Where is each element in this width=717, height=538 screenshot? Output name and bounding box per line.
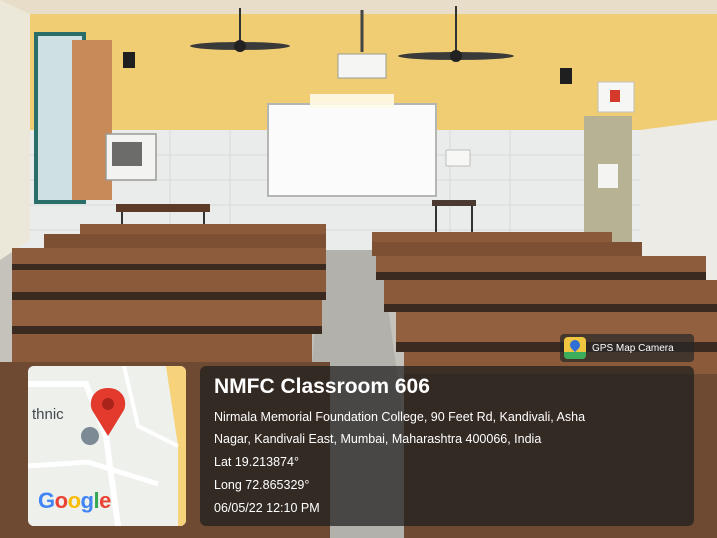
gps-map-camera-icon: [564, 337, 586, 359]
address-line-2: Nagar, Kandivali East, Mumbai, Maharasht…: [214, 432, 542, 446]
side-table: [432, 200, 476, 206]
google-logo: Google: [38, 488, 111, 513]
longitude-value: Long 72.865329°: [214, 478, 310, 492]
ac-vent: [112, 142, 142, 166]
left-wall: [0, 0, 30, 260]
photo-frame: GPS Map Camera thnic Google NMFC Classro…: [0, 0, 717, 538]
location-title: NMFC Classroom 606: [214, 375, 430, 398]
desk-rows-left: [12, 224, 326, 362]
speaker-right: [560, 68, 572, 84]
door-notice: [598, 164, 618, 188]
school-poi-icon: [81, 427, 99, 445]
gps-camera-badge: GPS Map Camera: [560, 334, 694, 362]
exit-sign-mark: [610, 90, 620, 102]
timestamp-value: 06/05/22 12:10 PM: [214, 501, 320, 515]
ceiling: [0, 0, 717, 16]
map-thumbnail[interactable]: thnic Google: [28, 366, 186, 526]
map-place-label: thnic: [32, 406, 64, 423]
address-line-1: Nirmala Memorial Foundation College, 90 …: [214, 410, 586, 424]
board-light: [310, 94, 394, 108]
speaker-left: [123, 52, 135, 68]
whiteboard: [267, 103, 437, 197]
latitude-value: Lat 19.213874°: [214, 455, 299, 469]
wall-notice: [445, 149, 471, 167]
teacher-desk: [116, 204, 210, 212]
location-info-panel: NMFC Classroom 606 Nirmala Memorial Foun…: [200, 366, 694, 526]
gps-camera-label: GPS Map Camera: [592, 342, 674, 354]
projector: [337, 53, 387, 79]
